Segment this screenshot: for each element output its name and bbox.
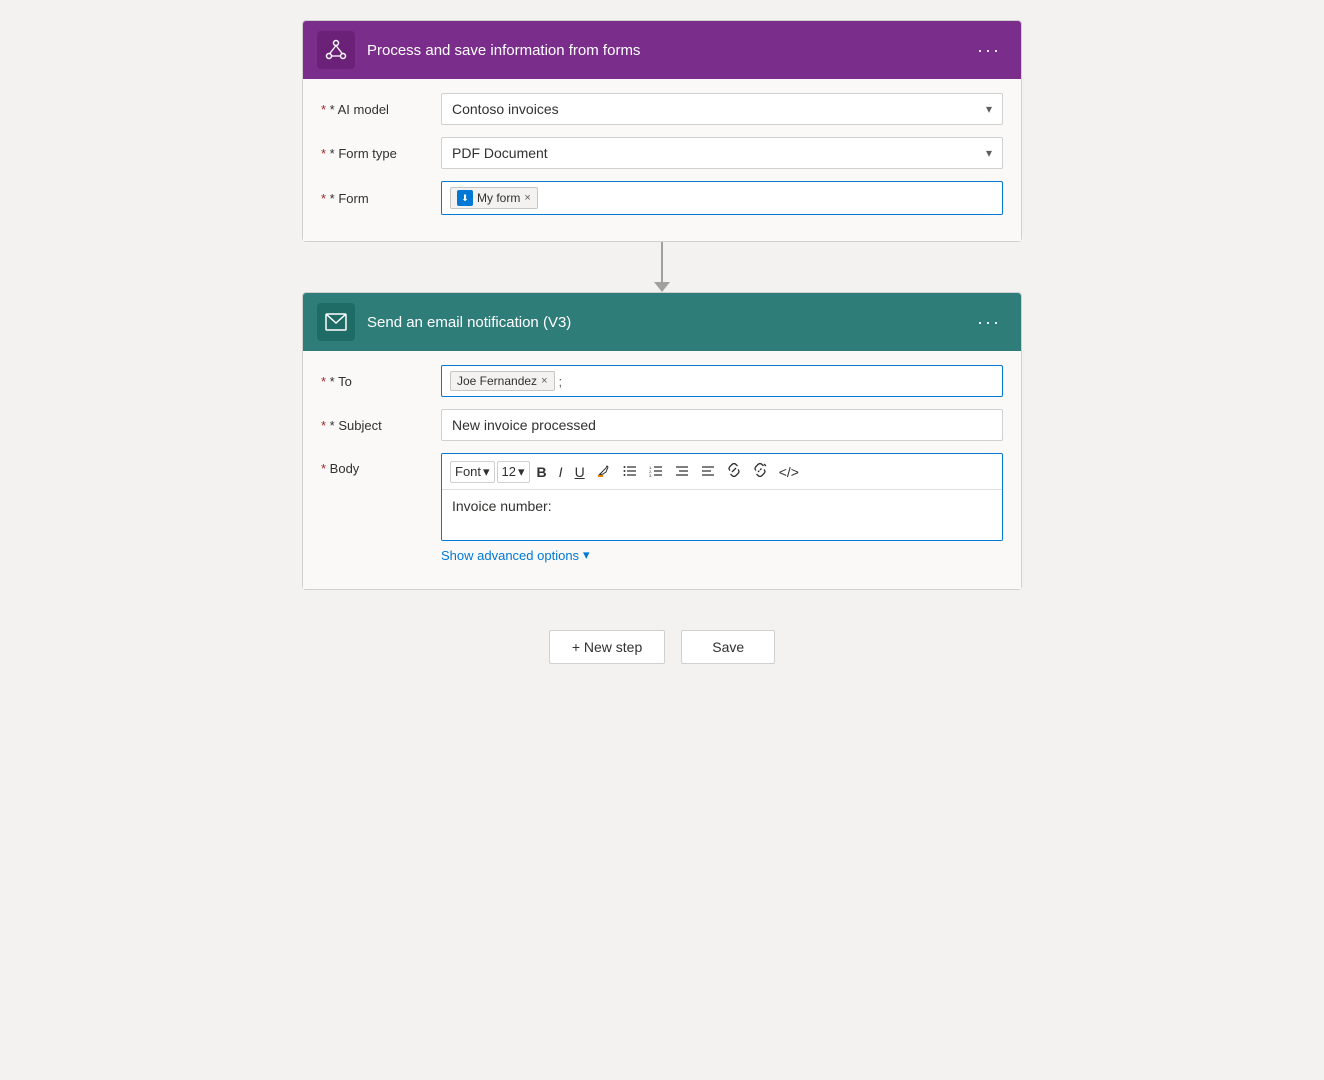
to-label: * To <box>321 374 441 389</box>
editor-toolbar: Font ▾ 12 ▾ B I U <box>442 454 1002 490</box>
form-type-select[interactable]: PDF Document ▾ <box>441 137 1003 169</box>
form-row: * Form ⬇ My form × <box>321 181 1003 215</box>
ai-model-select[interactable]: Contoso invoices ▾ <box>441 93 1003 125</box>
highlight-button[interactable] <box>592 460 616 483</box>
body-content[interactable]: Invoice number: <box>442 490 1002 540</box>
bold-button[interactable]: B <box>532 461 552 483</box>
unlink-button[interactable] <box>748 460 772 483</box>
svg-text:3.: 3. <box>649 473 652 477</box>
to-row: * To Joe Fernandez × ; <box>321 365 1003 397</box>
font-select[interactable]: Font ▾ <box>450 461 495 483</box>
bullet-list-button[interactable] <box>618 461 642 483</box>
ai-model-row: * AI model Contoso invoices ▾ <box>321 93 1003 125</box>
card2-title: Send an email notification (V3) <box>367 314 971 331</box>
body-row: * Body Font ▾ 12 ▾ <box>321 453 1003 563</box>
body-label: * Body <box>321 453 441 476</box>
new-step-button[interactable]: + New step <box>549 630 665 664</box>
form-type-control: PDF Document ▾ <box>441 137 1003 169</box>
italic-button[interactable]: I <box>554 461 568 483</box>
body-editor: Font ▾ 12 ▾ B I U <box>441 453 1003 541</box>
subject-row: * Subject <box>321 409 1003 441</box>
body-control: Font ▾ 12 ▾ B I U <box>441 453 1003 563</box>
subject-control <box>441 409 1003 441</box>
form-label: * Form <box>321 191 441 206</box>
subject-label: * Subject <box>321 418 441 433</box>
step-card-1: Process and save information from forms … <box>302 20 1022 242</box>
form-tag-remove[interactable]: × <box>524 192 530 204</box>
link-button[interactable] <box>722 460 746 483</box>
to-tag-remove[interactable]: × <box>541 375 547 387</box>
to-semicolon: ; <box>559 374 563 389</box>
card1-title: Process and save information from forms <box>367 42 971 59</box>
card1-body: * AI model Contoso invoices ▾ * Form typ… <box>303 79 1021 241</box>
font-size-select[interactable]: 12 ▾ <box>497 461 530 483</box>
indent-left-button[interactable] <box>670 461 694 483</box>
card2-icon <box>317 303 355 341</box>
card2-header: Send an email notification (V3) ··· <box>303 293 1021 351</box>
subject-input[interactable] <box>441 409 1003 441</box>
to-tag: Joe Fernandez × <box>450 371 555 391</box>
save-button[interactable]: Save <box>681 630 775 664</box>
show-advanced-chevron-icon: ▾ <box>583 547 590 563</box>
indent-right-button[interactable] <box>696 461 720 483</box>
form-tag-icon: ⬇ <box>457 190 473 206</box>
code-button[interactable]: </> <box>774 461 804 483</box>
step-card-2: Send an email notification (V3) ··· * To… <box>302 292 1022 590</box>
underline-button[interactable]: U <box>570 461 590 483</box>
ai-model-chevron-icon: ▾ <box>986 102 992 116</box>
form-control: ⬇ My form × <box>441 181 1003 215</box>
form-type-label: * Form type <box>321 146 441 161</box>
bottom-actions: + New step Save <box>549 630 775 664</box>
card2-body: * To Joe Fernandez × ; * Subject <box>303 351 1021 589</box>
form-tag-input[interactable]: ⬇ My form × <box>441 181 1003 215</box>
arrow-connector-1 <box>654 242 670 292</box>
ai-model-control: Contoso invoices ▾ <box>441 93 1003 125</box>
size-chevron-icon: ▾ <box>518 464 525 480</box>
card1-icon <box>317 31 355 69</box>
show-advanced-button[interactable]: Show advanced options ▾ <box>441 547 590 563</box>
ai-model-label: * AI model <box>321 102 441 117</box>
card2-more-button[interactable]: ··· <box>971 310 1007 335</box>
to-control: Joe Fernandez × ; <box>441 365 1003 397</box>
arrow-head <box>654 282 670 292</box>
form-type-row: * Form type PDF Document ▾ <box>321 137 1003 169</box>
font-chevron-icon: ▾ <box>483 464 490 480</box>
to-tag-input[interactable]: Joe Fernandez × ; <box>441 365 1003 397</box>
ordered-list-button[interactable]: 1. 2. 3. <box>644 461 668 483</box>
card1-header: Process and save information from forms … <box>303 21 1021 79</box>
card1-more-button[interactable]: ··· <box>971 38 1007 63</box>
form-tag: ⬇ My form × <box>450 187 538 209</box>
form-type-chevron-icon: ▾ <box>986 146 992 160</box>
arrow-line <box>661 242 663 282</box>
